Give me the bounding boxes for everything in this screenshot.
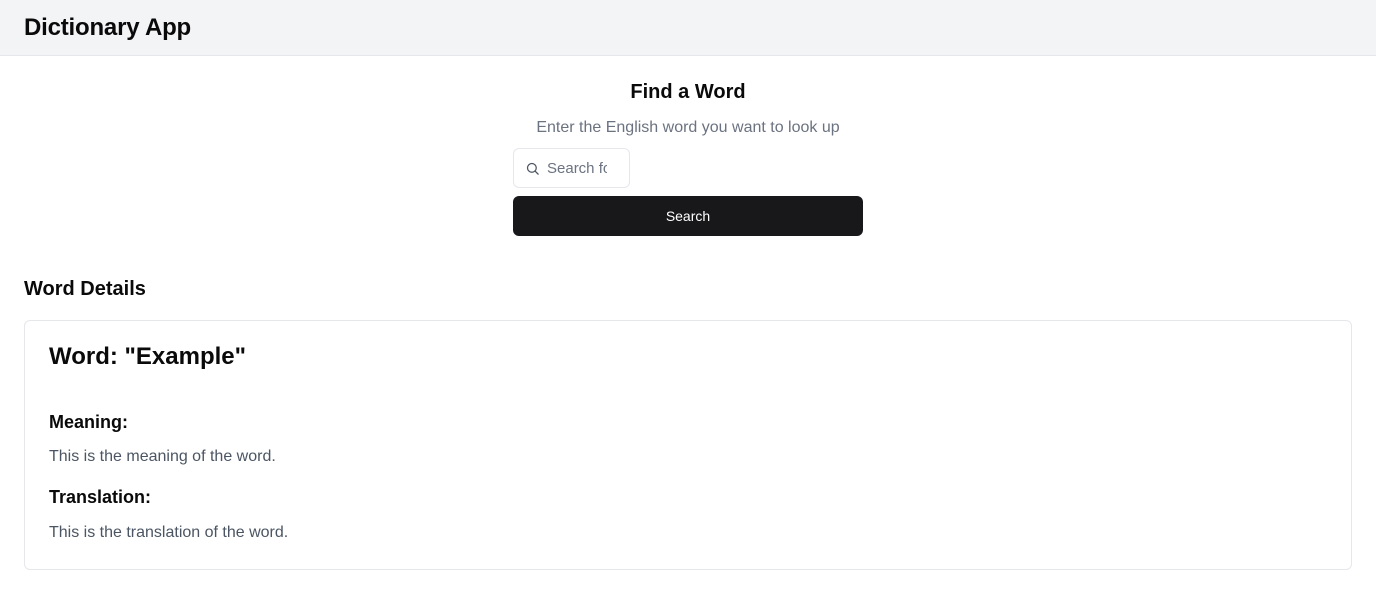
search-title: Find a Word xyxy=(630,81,746,103)
search-button[interactable]: Search xyxy=(513,196,863,236)
meaning-text: This is the meaning of the word. xyxy=(49,448,276,465)
search-input[interactable] xyxy=(547,159,607,177)
meaning-label: Meaning: xyxy=(49,412,128,432)
search-icon xyxy=(524,160,540,176)
app-title: Dictionary App xyxy=(24,13,191,41)
search-subtitle: Enter the English word you want to look … xyxy=(536,119,840,136)
word-details-card: Word: "Example" Meaning: This is the mea… xyxy=(24,320,1352,570)
word-title: Word: "Example" xyxy=(49,343,247,370)
app-header: Dictionary App xyxy=(0,0,1376,56)
translation-label: Translation: xyxy=(49,487,152,507)
search-field[interactable] xyxy=(513,148,630,188)
word-details-heading: Word Details xyxy=(24,278,146,300)
translation-text: This is the translation of the word. xyxy=(49,524,289,541)
